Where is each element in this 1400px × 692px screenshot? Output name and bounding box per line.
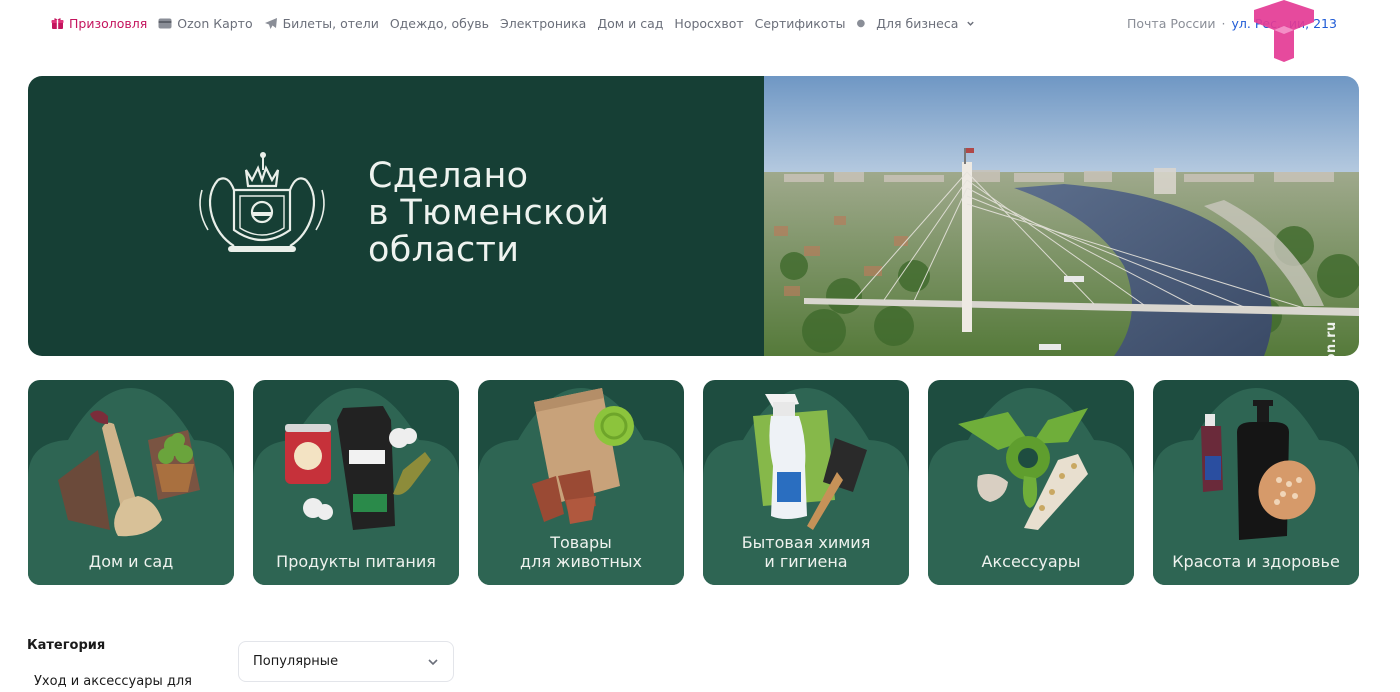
nav-link-ozon-card[interactable]: Ozon Карто bbox=[158, 16, 253, 31]
tile-label: Продукты питания bbox=[253, 552, 459, 571]
nav-link-business[interactable]: Для бизнеса bbox=[876, 16, 977, 31]
nav-label: Призоловля bbox=[69, 16, 148, 31]
tile-label: Дом и сад bbox=[28, 552, 234, 571]
tile-label-line: Дом и сад bbox=[88, 552, 174, 571]
hero-title-line: области bbox=[368, 230, 520, 270]
card-icon bbox=[158, 17, 172, 31]
tile-label-line: Товары bbox=[550, 533, 612, 552]
category-filter-item[interactable]: Уход и аксессуары для bbox=[34, 674, 192, 689]
nav-label: Ozon Карто bbox=[177, 16, 253, 31]
sort-dropdown[interactable]: Популярные bbox=[238, 641, 454, 682]
pet-food-bag-icon bbox=[532, 388, 634, 524]
nav-separator-dot: · bbox=[1221, 16, 1226, 31]
tile-label-line: Продукты питания bbox=[276, 552, 436, 571]
hero-city-photo bbox=[764, 76, 1359, 356]
channel-logo-icon bbox=[1254, 0, 1314, 62]
nav-link-promo[interactable]: Призоловля bbox=[50, 16, 147, 31]
nav-label: Электроника bbox=[500, 16, 587, 31]
nav-link-deals[interactable]: Норосхвот bbox=[674, 16, 743, 31]
category-tile-home-garden[interactable]: Дом и сад bbox=[28, 380, 234, 585]
category-tile-pets[interactable]: Товары для животных bbox=[478, 380, 684, 585]
nav-link-clothes[interactable]: Одеждо, обувь bbox=[390, 16, 489, 31]
tile-label-line: и гигиена bbox=[764, 552, 848, 571]
top-navigation: Призоловля Ozon Карто Билеты, отели Одеж… bbox=[0, 0, 1400, 62]
hero-title-line: Сделано bbox=[368, 156, 529, 196]
hero-title-line: в Тюменской bbox=[368, 193, 610, 233]
nav-label: Сертификоты bbox=[754, 16, 846, 31]
cosmetics-bottles-icon bbox=[1201, 400, 1316, 540]
watermark-text: ozon.ru bbox=[1324, 321, 1339, 380]
delivery-method: Почта России bbox=[1127, 16, 1216, 31]
spray-bottle-brush-icon bbox=[753, 394, 867, 530]
category-tile-accessories[interactable]: Аксессуары bbox=[928, 380, 1134, 585]
nav-link-electronics[interactable]: Электроника bbox=[500, 16, 586, 31]
chevron-down-icon bbox=[428, 658, 438, 665]
nav-label: Одеждо, обувь bbox=[389, 16, 489, 31]
category-tiles: Дом и сад Продукты питания Товары для жи… bbox=[28, 380, 1359, 585]
scrunchie-brooch-icon bbox=[958, 408, 1088, 530]
tile-label: Красота и здоровье bbox=[1153, 552, 1359, 571]
category-filter-heading: Категория bbox=[27, 638, 106, 653]
ozon-watermark: ozon.ru bbox=[1322, 300, 1342, 380]
nav-link-certificates[interactable]: Сертификоты bbox=[755, 16, 846, 31]
broom-plant-icon bbox=[58, 410, 200, 537]
tile-label: Товары для животных bbox=[478, 533, 684, 571]
hero-title: Сделано в Тюменской области bbox=[368, 158, 609, 269]
nav-label: Для бизнеса bbox=[876, 16, 959, 31]
nav-separator-dot: ● bbox=[856, 18, 866, 29]
nav-links: Призоловля Ozon Карто Билеты, отели Одеж… bbox=[50, 16, 977, 31]
chevron-down-icon bbox=[963, 17, 977, 31]
tile-label-line: Аксессуары bbox=[981, 552, 1081, 571]
city-bridge-illustration bbox=[764, 76, 1359, 356]
nav-label: Дом и сад bbox=[597, 16, 664, 31]
nav-link-home-garden[interactable]: Дом и сад bbox=[597, 16, 663, 31]
category-tile-beauty[interactable]: Красота и здоровье bbox=[1153, 380, 1359, 585]
coat-of-arms-icon bbox=[199, 152, 325, 252]
gift-icon bbox=[50, 17, 64, 31]
hero-banner[interactable]: Сделано в Тюменской области bbox=[28, 76, 1359, 356]
tile-label-line: для животных bbox=[520, 552, 642, 571]
tile-label: Аксессуары bbox=[928, 552, 1134, 571]
tile-label-line: Бытовая химия bbox=[741, 533, 871, 552]
plane-icon bbox=[264, 17, 278, 31]
sort-selected-value: Популярные bbox=[253, 654, 339, 669]
coffee-jar-bottle-icon bbox=[285, 406, 431, 530]
category-tile-food[interactable]: Продукты питания bbox=[253, 380, 459, 585]
tile-label: Бытовая химия и гигиена bbox=[703, 533, 909, 571]
nav-label: Норосхвот bbox=[674, 16, 744, 31]
tile-label-line: Красота и здоровье bbox=[1172, 552, 1340, 571]
nav-link-tickets[interactable]: Билеты, отели bbox=[264, 16, 379, 31]
category-tile-chemicals[interactable]: Бытовая химия и гигиена bbox=[703, 380, 909, 585]
nav-label: Билеты, отели bbox=[282, 16, 379, 31]
hero-text-panel: Сделано в Тюменской области bbox=[28, 76, 764, 356]
